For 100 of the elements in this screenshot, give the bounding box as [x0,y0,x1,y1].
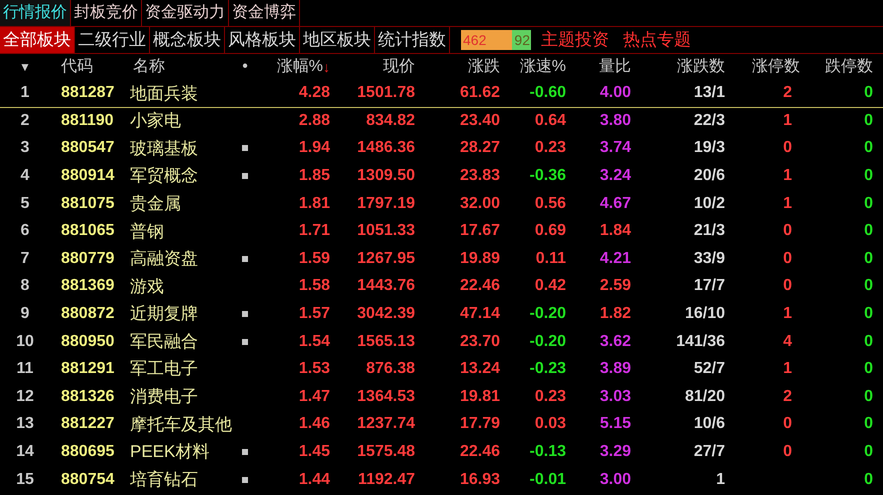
table-row[interactable]: 15 880754 培育钻石 1.44 1192.47 16.93 -0.01 3.00 1 0 [0,466,883,494]
table-cell-text: 消费电子 [129,386,199,408]
row-number: 12 [15,386,35,407]
sector-tab[interactable]: 二级行业 [75,27,150,53]
table-row[interactable]: 8 881369 游戏 1.58 1443.76 22.46 0.42 2.59 17/7 0 0 [0,273,883,301]
sort-indicator[interactable]: ▼ [0,58,50,76]
table-row[interactable]: 5 881075 贵金属 1.81 1797.19 32.00 0.56 4.67 10/2 1 0 [0,190,883,218]
table-row[interactable]: 1 881287 地面兵装 4.28 1501.78 61.62 -0.60 4.00 13/1 2 0 [0,80,883,108]
table-cell-text: 1267.95 [356,248,415,269]
table-cell-text: 贵金属 [129,192,182,215]
table-cell-text: -0.01 [528,470,566,490]
table-cell-text: -0.13 [528,442,566,462]
column-header[interactable]: 名称 [120,55,235,79]
view-tab[interactable]: 资金驱动力 [142,0,229,26]
table-row[interactable]: 10 880950 军民融合 1.54 1565.13 23.70 -0.20 3.62 141/36 4 0 [0,328,883,356]
table-cell-text: 881075 [60,194,116,214]
table-cell-text: 2.59 [598,276,631,296]
table-cell-text: 881291 [60,359,116,380]
table-row[interactable]: 12 881326 消费电子 1.47 1364.53 19.81 0.23 3.03 81/20 2 0 [0,384,883,412]
table-cell-text: 0 [863,138,873,158]
table-row[interactable]: 13 881227 摩托车及其他 1.46 1237.74 17.79 0.03 5.15 10/6 0 0 [0,411,883,439]
table-cell-text: 0 [782,442,793,462]
view-tab[interactable]: 行情报价 [0,0,71,26]
table-cell-text: 1 [782,194,793,214]
table-cell-text: 881227 [60,414,116,434]
table-row[interactable]: 2 881190 小家电 2.88 834.82 23.40 0.64 3.80 22/3 1 0 [0,108,883,136]
table-cell-text: 4.67 [598,194,631,214]
table-cell-text: 1797.19 [356,194,415,214]
table-cell-text: 10/6 [692,414,725,434]
topic-link[interactable]: 主题投资 [541,27,609,53]
table-cell-text: 3.89 [598,359,631,380]
table-cell-text: 834.82 [365,110,415,131]
row-number: 15 [15,470,35,490]
column-header[interactable]: 量比 [566,55,631,79]
table-cell-text: 880950 [60,332,116,352]
table-row[interactable]: 7 880779 高融资盘 1.59 1267.95 19.89 0.11 4.21 33/9 0 0 [0,246,883,274]
table-row[interactable]: 3 880547 玻璃基板 1.94 1486.36 28.27 0.23 3.74 19/3 0 0 [0,135,883,163]
column-header[interactable]: 涨速% [500,55,566,79]
view-tab[interactable]: 封板竞价 [71,0,142,26]
column-header[interactable]: 代码 [50,55,120,79]
table-cell-text: 47.14 [458,304,500,324]
table-cell-text: 1486.36 [356,138,415,158]
table-cell-text: 3.03 [598,386,631,407]
table-cell-text: 0 [863,221,873,242]
table-cell-text: 3.29 [598,442,631,462]
row-number: 10 [15,332,35,352]
table-cell-text: 1.44 [298,470,330,490]
sector-tab[interactable]: 地区板块 [300,27,375,53]
table-cell-text: 3042.39 [356,304,415,324]
table-cell-text: 17.79 [458,414,500,434]
table-cell-text: 81/20 [684,386,725,407]
table-cell-text: 0.23 [534,138,566,158]
table-cell-text: 2 [782,386,793,407]
table-cell-text: 1192.47 [357,470,415,490]
column-header[interactable]: • [235,55,255,79]
column-header[interactable]: 涨跌数 [631,55,725,79]
sector-tab[interactable]: 概念板块 [150,27,225,53]
table-cell-text: 52/7 [692,359,725,380]
table-cell-text: 1.54 [298,332,330,352]
table-row[interactable]: 11 881291 军工电子 1.53 876.38 13.24 -0.23 3.89 52/7 1 0 [0,356,883,384]
table-row[interactable]: 6 881065 普钢 1.71 1051.33 17.67 0.69 1.84 21/3 0 0 [0,218,883,246]
column-header[interactable]: 跌停数 [800,55,873,79]
table-cell-text: 23.83 [458,166,500,186]
column-header[interactable]: 涨幅% [276,55,323,79]
table-cell-text: 61.62 [458,83,500,104]
sector-tab[interactable]: 全部板块 [0,27,75,53]
sector-tab[interactable]: 风格板块 [225,27,300,53]
table-cell-text: 880779 [60,248,116,269]
column-header[interactable]: 现价 [330,55,415,79]
advancing-count: 462 [461,30,512,50]
table-cell-text: 1237.74 [356,414,415,434]
table-row[interactable]: 9 880872 近期复牌 1.57 3042.39 47.14 -0.20 1.82 16/10 1 0 [0,300,883,328]
column-header[interactable]: 涨停数 [725,55,800,79]
row-number: 11 [16,359,34,380]
column-header[interactable]: 涨跌 [415,55,500,79]
table-cell-text: 1309.50 [356,166,415,186]
table-cell-text: 22.46 [458,442,500,462]
table-cell-text: 0.56 [534,194,566,214]
table-cell-text: 0 [863,276,873,296]
table-cell-text: 0 [863,304,873,324]
table-cell-text: 0.64 [534,110,566,131]
table-cell-text: 881326 [60,386,116,407]
table-row[interactable]: 14 880695 PEEK材料 1.45 1575.48 22.46 -0.13 3.29 27/7 0 0 [0,438,883,466]
table-cell-text: 0 [863,110,873,131]
table-cell-text: 1.82 [598,304,631,324]
table-cell-text: -0.20 [528,332,566,352]
topic-link[interactable]: 热点专题 [623,27,691,53]
table-cell-text: 高融资盘 [129,248,199,270]
table-cell-text: 1.59 [298,248,330,269]
table-cell-text: 19.89 [458,248,500,269]
table-cell-text: 2 [782,83,793,104]
row-number: 6 [20,221,30,242]
table-row[interactable]: 4 880914 军贸概念 1.85 1309.50 23.83 -0.36 3.24 20/6 1 0 [0,162,883,190]
table-cell-text: 3.74 [598,138,631,158]
sector-tab[interactable]: 统计指数 [375,27,450,53]
table-cell-text: 1 [715,470,725,490]
table-cell-text: 0.42 [534,276,566,296]
table-cell-text: 1.71 [298,221,330,242]
view-tab[interactable]: 资金博弈 [229,0,300,26]
table-cell-text: 22.46 [458,276,500,296]
